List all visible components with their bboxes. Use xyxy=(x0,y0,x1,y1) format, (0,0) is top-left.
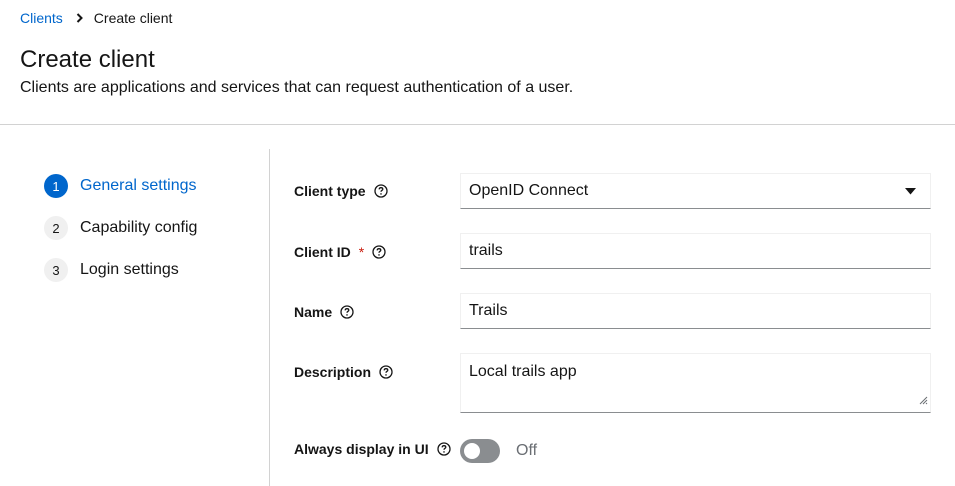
wizard-step-login-settings[interactable]: 3 Login settings xyxy=(44,258,197,282)
header-divider xyxy=(0,124,955,125)
breadcrumb: Clients Create client xyxy=(20,10,172,26)
client-id-label-text: Client ID xyxy=(294,244,351,260)
client-id-input[interactable]: trails xyxy=(460,233,931,269)
breadcrumb-clients-link[interactable]: Clients xyxy=(20,10,63,26)
wizard-step-capability-config[interactable]: 2 Capability config xyxy=(44,216,197,240)
help-icon[interactable] xyxy=(379,365,393,379)
description-label: Description xyxy=(294,364,393,380)
client-type-label: Client type xyxy=(294,183,388,199)
always-display-label-text: Always display in UI xyxy=(294,441,429,457)
help-icon[interactable] xyxy=(340,305,354,319)
name-label: Name xyxy=(294,304,354,320)
toggle-knob xyxy=(464,443,480,459)
page-description: Clients are applications and services th… xyxy=(20,79,574,96)
client-id-value: trails xyxy=(469,242,503,259)
description-label-text: Description xyxy=(294,364,372,380)
resize-handle-icon[interactable] xyxy=(919,392,928,410)
step-number: 1 xyxy=(44,174,68,198)
step-number: 3 xyxy=(44,258,68,282)
help-icon[interactable] xyxy=(436,442,451,456)
step-label: Login settings xyxy=(80,261,179,278)
caret-down-icon xyxy=(905,187,916,195)
description-value: Local trails app xyxy=(469,363,577,380)
client-id-label: Client ID * xyxy=(294,244,386,260)
client-type-label-text: Client type xyxy=(294,183,366,199)
client-type-select[interactable]: OpenID Connect xyxy=(460,173,931,209)
name-label-text: Name xyxy=(294,304,333,320)
breadcrumb-current: Create client xyxy=(93,10,173,26)
help-icon[interactable] xyxy=(372,245,386,259)
required-marker: * xyxy=(358,244,365,260)
always-display-label: Always display in UI xyxy=(294,441,451,457)
wizard-nav: 1 General settings 2 Capability config 3… xyxy=(44,174,197,300)
name-value: Trails xyxy=(469,302,508,319)
always-display-switch-group: Off xyxy=(460,439,537,463)
step-number: 2 xyxy=(44,216,68,240)
toggle-state-label: Off xyxy=(516,442,538,459)
wizard-step-general-settings[interactable]: 1 General settings xyxy=(44,174,197,198)
always-display-toggle[interactable] xyxy=(460,439,500,463)
wizard-divider xyxy=(269,149,270,486)
angle-right-icon xyxy=(76,13,84,23)
description-textarea[interactable]: Local trails app xyxy=(460,353,931,413)
step-label: General settings xyxy=(80,177,197,194)
help-icon[interactable] xyxy=(373,184,388,198)
step-label: Capability config xyxy=(80,219,198,236)
client-type-value: OpenID Connect xyxy=(469,182,589,199)
page-title: Create client xyxy=(20,46,155,73)
name-input[interactable]: Trails xyxy=(460,293,931,329)
